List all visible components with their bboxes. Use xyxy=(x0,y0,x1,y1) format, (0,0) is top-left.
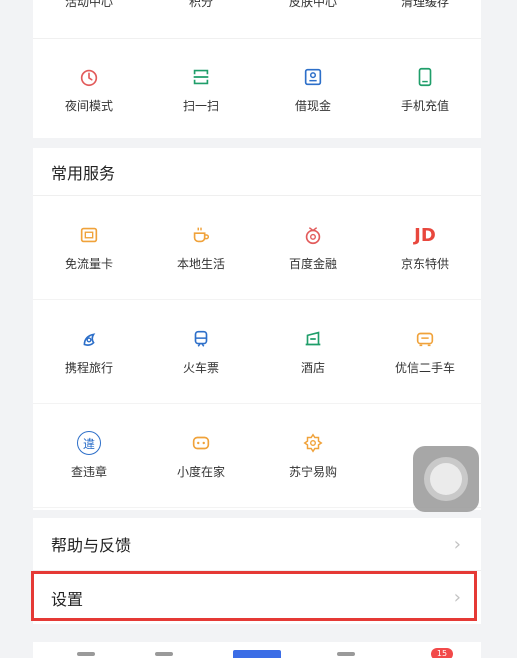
grid-item-label: 免流量卡 xyxy=(64,257,113,271)
coffee-icon xyxy=(189,223,213,247)
service-baidu-finance[interactable]: 百度金融 xyxy=(257,196,369,300)
service-free-data-card[interactable]: 免流量卡 xyxy=(33,196,145,300)
tools-card: 活动中心 积分 皮肤中心 清理缓存 夜间模式 扫一扫 借现金 手机充值 xyxy=(33,0,481,138)
grid-item-label: 积分 xyxy=(188,0,213,9)
grid-item-label: 清理缓存 xyxy=(400,0,449,9)
train-icon xyxy=(189,327,213,351)
xiaodu-icon xyxy=(189,431,213,455)
service-used-car[interactable]: 优信二手车 xyxy=(369,300,481,404)
service-traffic-violation[interactable]: 違 查违章 xyxy=(33,404,145,508)
grid-item-label: 苏宁易购 xyxy=(288,465,337,479)
grid-item-label: 夜间模式 xyxy=(64,98,113,113)
hotel-icon xyxy=(301,327,325,351)
grid-item-skin-center[interactable]: 皮肤中心 xyxy=(257,0,369,9)
settings-label: 设置 xyxy=(51,589,84,609)
grid-item-label: 皮肤中心 xyxy=(288,0,337,9)
grid-item-label: 优信二手车 xyxy=(394,361,455,375)
sim-card-icon xyxy=(77,223,101,247)
service-train-ticket[interactable]: 火车票 xyxy=(145,300,257,404)
grid-item-label: 借现金 xyxy=(294,98,331,113)
jd-icon: JD xyxy=(414,224,436,246)
settings-row[interactable]: 设置 › xyxy=(33,570,481,624)
service-ctrip-travel[interactable]: 携程旅行 xyxy=(33,300,145,404)
grid-item-points[interactable]: 积分 xyxy=(145,0,257,9)
floating-button-dot xyxy=(430,463,462,495)
phone-recharge-icon xyxy=(413,65,437,89)
grid-item-label: 小度在家 xyxy=(176,465,225,479)
bottom-nav-bar: 15 xyxy=(33,642,481,658)
grid-item-label: 扫一扫 xyxy=(182,98,219,113)
floating-button-ring xyxy=(424,457,468,501)
grid-item-activity-center[interactable]: 活动中心 xyxy=(33,0,145,9)
finance-icon xyxy=(301,223,325,247)
help-feedback-label: 帮助与反馈 xyxy=(51,536,132,555)
violation-icon: 違 xyxy=(77,431,101,455)
nav-item-icon[interactable] xyxy=(155,652,173,656)
grid-item-phone-recharge[interactable]: 手机充值 xyxy=(369,39,481,139)
nav-item-icon[interactable] xyxy=(337,652,355,656)
grid-item-label: 查违章 xyxy=(70,465,107,479)
grid-item-label: 手机充值 xyxy=(400,98,449,113)
section-title: 常用服务 xyxy=(33,148,481,196)
grid-item-label: 酒店 xyxy=(300,361,325,375)
grid-item-scan[interactable]: 扫一扫 xyxy=(145,39,257,139)
grid-item-night-mode[interactable]: 夜间模式 xyxy=(33,39,145,139)
grid-item-label: 本地生活 xyxy=(176,257,225,271)
floating-assistive-button[interactable] xyxy=(413,446,479,512)
grid-item-label: 火车票 xyxy=(182,361,219,375)
chevron-right-icon: › xyxy=(453,533,461,555)
moon-icon xyxy=(77,65,101,89)
help-feedback-row[interactable]: 帮助与反馈 › xyxy=(33,518,481,570)
scan-icon xyxy=(189,65,213,89)
grid-item-label: 百度金融 xyxy=(288,257,337,271)
ctrip-icon xyxy=(77,327,101,351)
used-car-icon xyxy=(413,327,437,351)
chevron-right-icon: › xyxy=(453,587,461,608)
notification-badge: 15 xyxy=(431,648,453,658)
service-jd-special[interactable]: JD 京东特供 xyxy=(369,196,481,300)
cash-icon xyxy=(301,65,325,89)
service-suning[interactable]: 苏宁易购 xyxy=(257,404,369,508)
cut-off-row: 活动中心 积分 皮肤中心 清理缓存 xyxy=(33,0,481,9)
nav-item-active[interactable] xyxy=(233,650,281,658)
grid-item-clear-cache[interactable]: 清理缓存 xyxy=(369,0,481,9)
service-xiaodu-home[interactable]: 小度在家 xyxy=(145,404,257,508)
suning-icon xyxy=(301,431,325,455)
grid-item-borrow-cash[interactable]: 借现金 xyxy=(257,39,369,139)
grid-item-label: 活动中心 xyxy=(64,0,113,9)
grid-item-label: 京东特供 xyxy=(400,257,449,271)
grid-item-label: 携程旅行 xyxy=(64,361,113,375)
nav-item-icon[interactable] xyxy=(77,652,95,656)
service-hotel[interactable]: 酒店 xyxy=(257,300,369,404)
tools-row: 夜间模式 扫一扫 借现金 手机充值 xyxy=(33,38,481,138)
service-local-life[interactable]: 本地生活 xyxy=(145,196,257,300)
